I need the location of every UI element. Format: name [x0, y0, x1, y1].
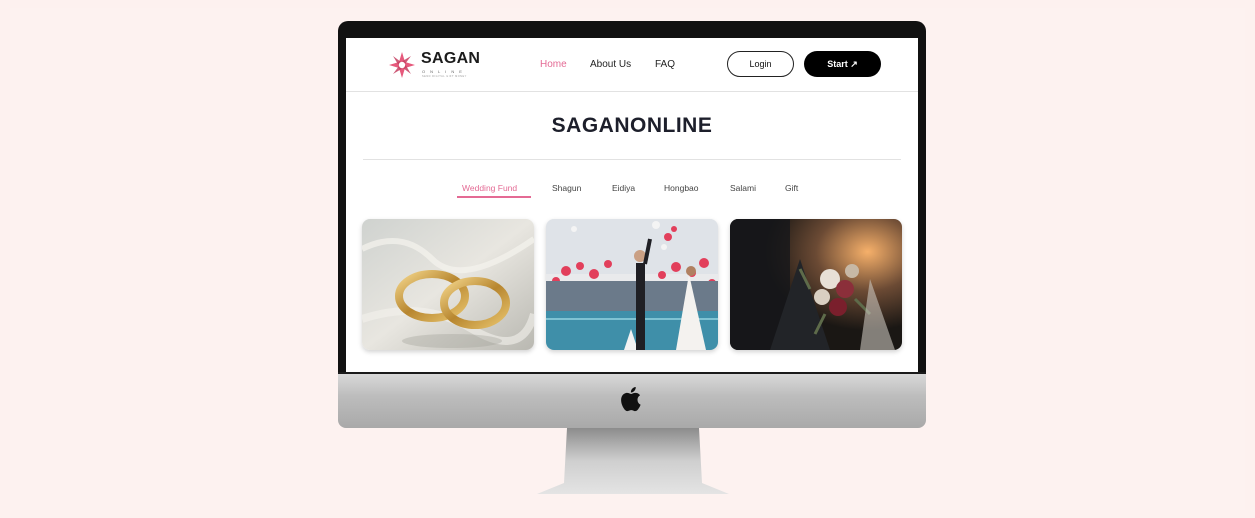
start-button[interactable]: Start ↗ — [804, 51, 881, 77]
card-bridal-bouquet[interactable] — [730, 219, 902, 350]
brand-name[interactable]: SAGAN — [421, 50, 480, 68]
brand-tagline: SEND DIGITAL GIFT MONEY — [422, 75, 467, 78]
active-tab-indicator — [457, 196, 531, 198]
wedding-rings-image — [362, 219, 534, 350]
bridal-bouquet-image — [730, 219, 902, 350]
wedding-couple-balloons-image — [546, 219, 718, 350]
tab-shagun[interactable]: Shagun — [552, 183, 581, 193]
nav-link-about-us[interactable]: About Us — [590, 59, 631, 70]
website-screen: SAGAN ONLINE SEND DIGITAL GIFT MONEY Hom… — [346, 38, 918, 372]
tab-gift[interactable]: Gift — [785, 183, 798, 193]
card-wedding-rings[interactable] — [362, 219, 534, 350]
section-divider — [363, 159, 901, 160]
monitor-stand — [537, 428, 729, 494]
login-button[interactable]: Login — [727, 51, 794, 77]
nav-link-home[interactable]: Home — [540, 59, 567, 70]
card-wedding-couple[interactable] — [546, 219, 718, 350]
sagan-logo-icon[interactable] — [388, 51, 416, 79]
nav-link-faq[interactable]: FAQ — [655, 59, 675, 70]
tab-hongbao[interactable]: Hongbao — [664, 183, 699, 193]
apple-logo-icon — [621, 387, 641, 412]
tab-eidiya[interactable]: Eidiya — [612, 183, 635, 193]
brand-subtitle: ONLINE — [422, 69, 467, 74]
tab-salami[interactable]: Salami — [730, 183, 756, 193]
top-navbar: SAGAN ONLINE SEND DIGITAL GIFT MONEY Hom… — [346, 38, 918, 92]
tab-wedding-fund[interactable]: Wedding Fund — [462, 183, 517, 193]
page-title: SAGANONLINE — [551, 114, 713, 137]
